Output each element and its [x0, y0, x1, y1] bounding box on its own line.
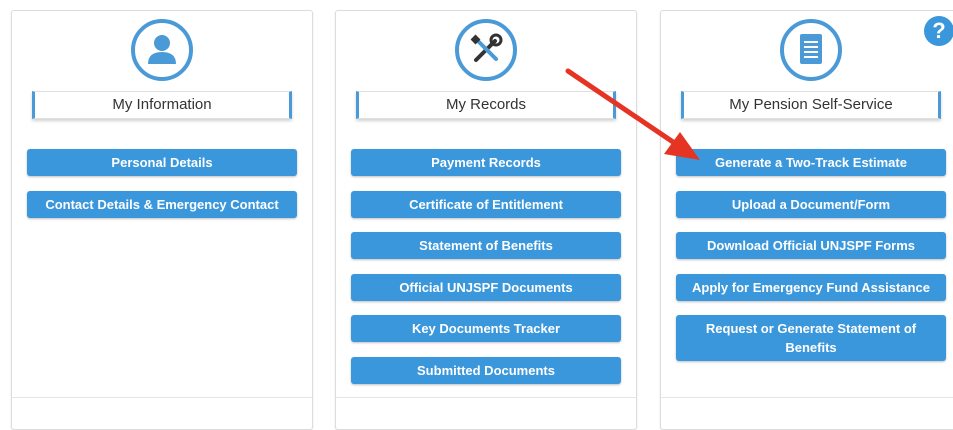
submitted-documents-button[interactable]: Submitted Documents	[351, 357, 621, 384]
my-pension-self-service-card: My Pension Self-Service Generate a Two-T…	[660, 10, 953, 430]
tools-icon	[455, 19, 517, 81]
personal-details-button[interactable]: Personal Details	[27, 149, 297, 176]
card-divider	[661, 397, 953, 398]
statement-of-benefits-button[interactable]: Statement of Benefits	[351, 232, 621, 259]
payment-records-button[interactable]: Payment Records	[351, 149, 621, 176]
card-title: My Pension Self-Service	[681, 91, 941, 119]
card-title: My Information	[32, 91, 292, 119]
card-divider	[12, 397, 312, 398]
card-divider	[336, 397, 636, 398]
person-icon	[131, 19, 193, 81]
my-records-card: My Records Payment Records Certificate o…	[335, 10, 637, 430]
card-title: My Records	[356, 91, 616, 119]
request-statement-button[interactable]: Request or Generate Statement of Benefit…	[676, 315, 946, 361]
generate-two-track-estimate-button[interactable]: Generate a Two-Track Estimate	[676, 149, 946, 176]
key-documents-tracker-button[interactable]: Key Documents Tracker	[351, 315, 621, 342]
my-information-card: My Information Personal Details Contact …	[11, 10, 313, 430]
certificate-of-entitlement-button[interactable]: Certificate of Entitlement	[351, 191, 621, 218]
download-forms-button[interactable]: Download Official UNJSPF Forms	[676, 232, 946, 259]
contact-details-button[interactable]: Contact Details & Emergency Contact	[27, 191, 297, 218]
upload-document-button[interactable]: Upload a Document/Form	[676, 191, 946, 218]
help-icon[interactable]: ?	[924, 16, 953, 46]
official-documents-button[interactable]: Official UNJSPF Documents	[351, 274, 621, 301]
document-icon	[780, 19, 842, 81]
emergency-fund-button[interactable]: Apply for Emergency Fund Assistance	[676, 274, 946, 301]
